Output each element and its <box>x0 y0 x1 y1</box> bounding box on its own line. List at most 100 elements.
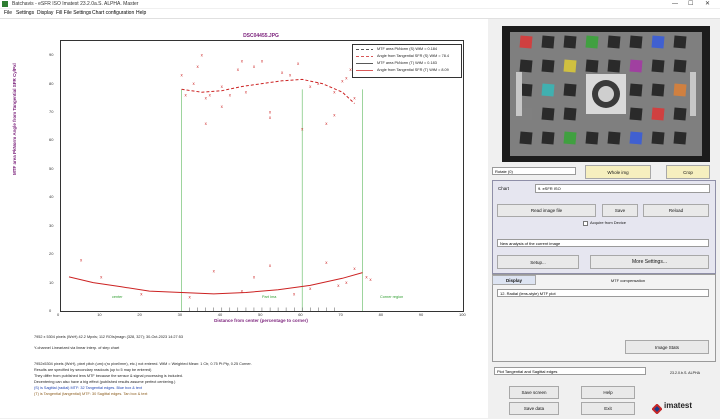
x-tick-label: 0 <box>57 312 60 317</box>
region-label-center: center <box>112 295 123 299</box>
data-point: x <box>193 81 196 86</box>
info-channel: Y-channel Linearized via linear interp. … <box>34 346 120 350</box>
y-tick-label: 0 <box>49 308 52 313</box>
read-image-button[interactable]: Read image file <box>497 204 596 217</box>
menu-display[interactable]: Display <box>37 9 53 18</box>
save-button[interactable]: Save <box>602 204 638 217</box>
whole-img-button[interactable]: Whole img <box>585 165 651 179</box>
display-select[interactable]: 12. Radial (lens-style) MTF plot <box>497 289 709 297</box>
data-point: | <box>253 307 254 311</box>
minimize-button[interactable]: — <box>672 0 678 8</box>
rotate-select[interactable]: Rotate (0) <box>492 167 576 175</box>
data-point: | <box>294 307 295 311</box>
x-axis-label: Distance from center (percentage to corn… <box>214 318 308 323</box>
info-sagittal: (S) is Sagittal (radial) MTF: 32 Tangent… <box>34 386 142 390</box>
data-point: x <box>197 64 200 69</box>
data-point: | <box>261 307 262 311</box>
edges-select[interactable]: Plot Tangential and Sagittal edges <box>494 367 646 375</box>
region-label-part: Part Ima <box>262 295 277 299</box>
x-tick-label: 70 <box>338 312 343 317</box>
save-screen-button[interactable]: Save screen <box>509 386 559 399</box>
data-point: x <box>100 274 103 279</box>
data-point: x <box>221 104 224 109</box>
crop-button[interactable]: Crop <box>666 165 710 179</box>
info-line: They differ from published lens MTF beca… <box>34 374 183 378</box>
menu-fill-file-settings[interactable]: Fill File Settings <box>56 9 91 18</box>
data-point: | <box>221 307 222 311</box>
exit-button[interactable]: Exit <box>581 402 635 415</box>
data-point: x <box>365 274 368 279</box>
maximize-button[interactable]: ☐ <box>688 0 693 8</box>
data-point: | <box>229 307 230 311</box>
menu-settings[interactable]: Settings <box>16 9 34 18</box>
legend-entry: MTF area PkNorm (S) WtM = 0.184 <box>377 47 438 51</box>
setup-button[interactable]: Setup... <box>497 255 579 269</box>
title-bar: Batchavis - eSFR ISO Imatest 23.2.0a.S. … <box>0 0 720 8</box>
x-tick-label: 60 <box>298 312 303 317</box>
imatest-logo: imatest <box>664 401 693 410</box>
help-button[interactable]: Help <box>581 386 635 399</box>
data-point: | <box>326 307 327 311</box>
more-settings-button[interactable]: More Settings... <box>590 255 709 269</box>
data-point: | <box>205 307 206 311</box>
data-point: | <box>189 307 190 311</box>
acquire-label: Acquire from Device <box>590 220 627 225</box>
x-tick-label: 50 <box>258 312 263 317</box>
x-tick-label: 100 <box>459 312 466 317</box>
x-tick-label: 10 <box>97 312 102 317</box>
reload-button[interactable]: Reload <box>643 204 709 217</box>
chart-select[interactable]: 9. eSFR ISO <box>535 184 710 193</box>
data-point: x <box>333 90 336 95</box>
plot-area: x x x x x x x x x x x x x x x x x x x x x x x x x x x x x x x x x x x x x x x x… <box>60 40 464 312</box>
data-point: x <box>253 64 256 69</box>
data-point: x <box>293 291 296 296</box>
data-point: x <box>205 121 208 126</box>
series-line <box>68 272 363 295</box>
chart-label: Chart <box>498 186 510 191</box>
data-point: x <box>213 269 216 274</box>
y-tick-label: 30 <box>49 222 54 228</box>
data-point: x <box>317 81 320 86</box>
data-point: x <box>353 266 356 271</box>
data-point: x <box>180 73 183 78</box>
tab-mtf-compensation[interactable]: MTF compensation <box>580 277 676 285</box>
image-stats-button[interactable]: Image Stats <box>625 340 709 354</box>
data-point: x <box>253 274 256 279</box>
y-tick-label: 90 <box>49 52 54 58</box>
menu-chart-configuration[interactable]: Chart configuration <box>92 9 134 18</box>
save-data-button[interactable]: Save data <box>509 402 559 415</box>
data-point: x <box>337 283 340 288</box>
close-button[interactable]: ✕ <box>705 0 710 8</box>
analysis-select[interactable]: New analysis of the current image <box>497 239 709 247</box>
data-point: | <box>334 307 335 311</box>
x-tick-label: 20 <box>137 312 142 317</box>
data-point: | <box>213 307 214 311</box>
menu-bar: File Settings Display Fill File Settings… <box>0 9 720 19</box>
plot-legend: MTF area PkNorm (S) WtM = 0.184 Angle fr… <box>352 44 462 78</box>
data-point: x <box>309 84 312 89</box>
data-point: x <box>325 121 328 126</box>
x-tick-label: 80 <box>378 312 384 317</box>
y-tick-label: 80 <box>49 80 54 86</box>
mtf-chart: x x x x x x x x x x x x x x x x x x x x x x x x x x x x x x x x x x x x x x x x… <box>68 53 372 311</box>
series-line <box>181 78 355 104</box>
data-point: x <box>229 93 232 98</box>
acquire-checkbox[interactable] <box>583 221 588 226</box>
data-point: x <box>201 53 204 58</box>
chart-image-preview[interactable] <box>502 26 710 162</box>
info-tangential: (T) is Tangential (tangential) MTF: 30 S… <box>34 392 148 396</box>
info-line: Decentering can also have a big effect (… <box>34 380 176 384</box>
data-point: | <box>302 307 303 311</box>
menu-file[interactable]: File <box>4 9 12 18</box>
data-point: x <box>140 291 143 296</box>
data-point: | <box>197 307 198 311</box>
menu-help[interactable]: Help <box>136 9 146 18</box>
data-point: x <box>281 70 284 75</box>
info-line: 7952x5304 pixels (WxH), pixel pitch (um)… <box>34 362 252 366</box>
tab-display[interactable]: Display <box>492 275 536 285</box>
legend-entry: Angle from Tangential SFR (S) WtM = 78.4 <box>377 54 449 58</box>
data-point: x <box>245 90 248 95</box>
data-point: | <box>286 307 287 311</box>
data-point: x <box>189 294 192 299</box>
data-point: x <box>241 58 244 63</box>
